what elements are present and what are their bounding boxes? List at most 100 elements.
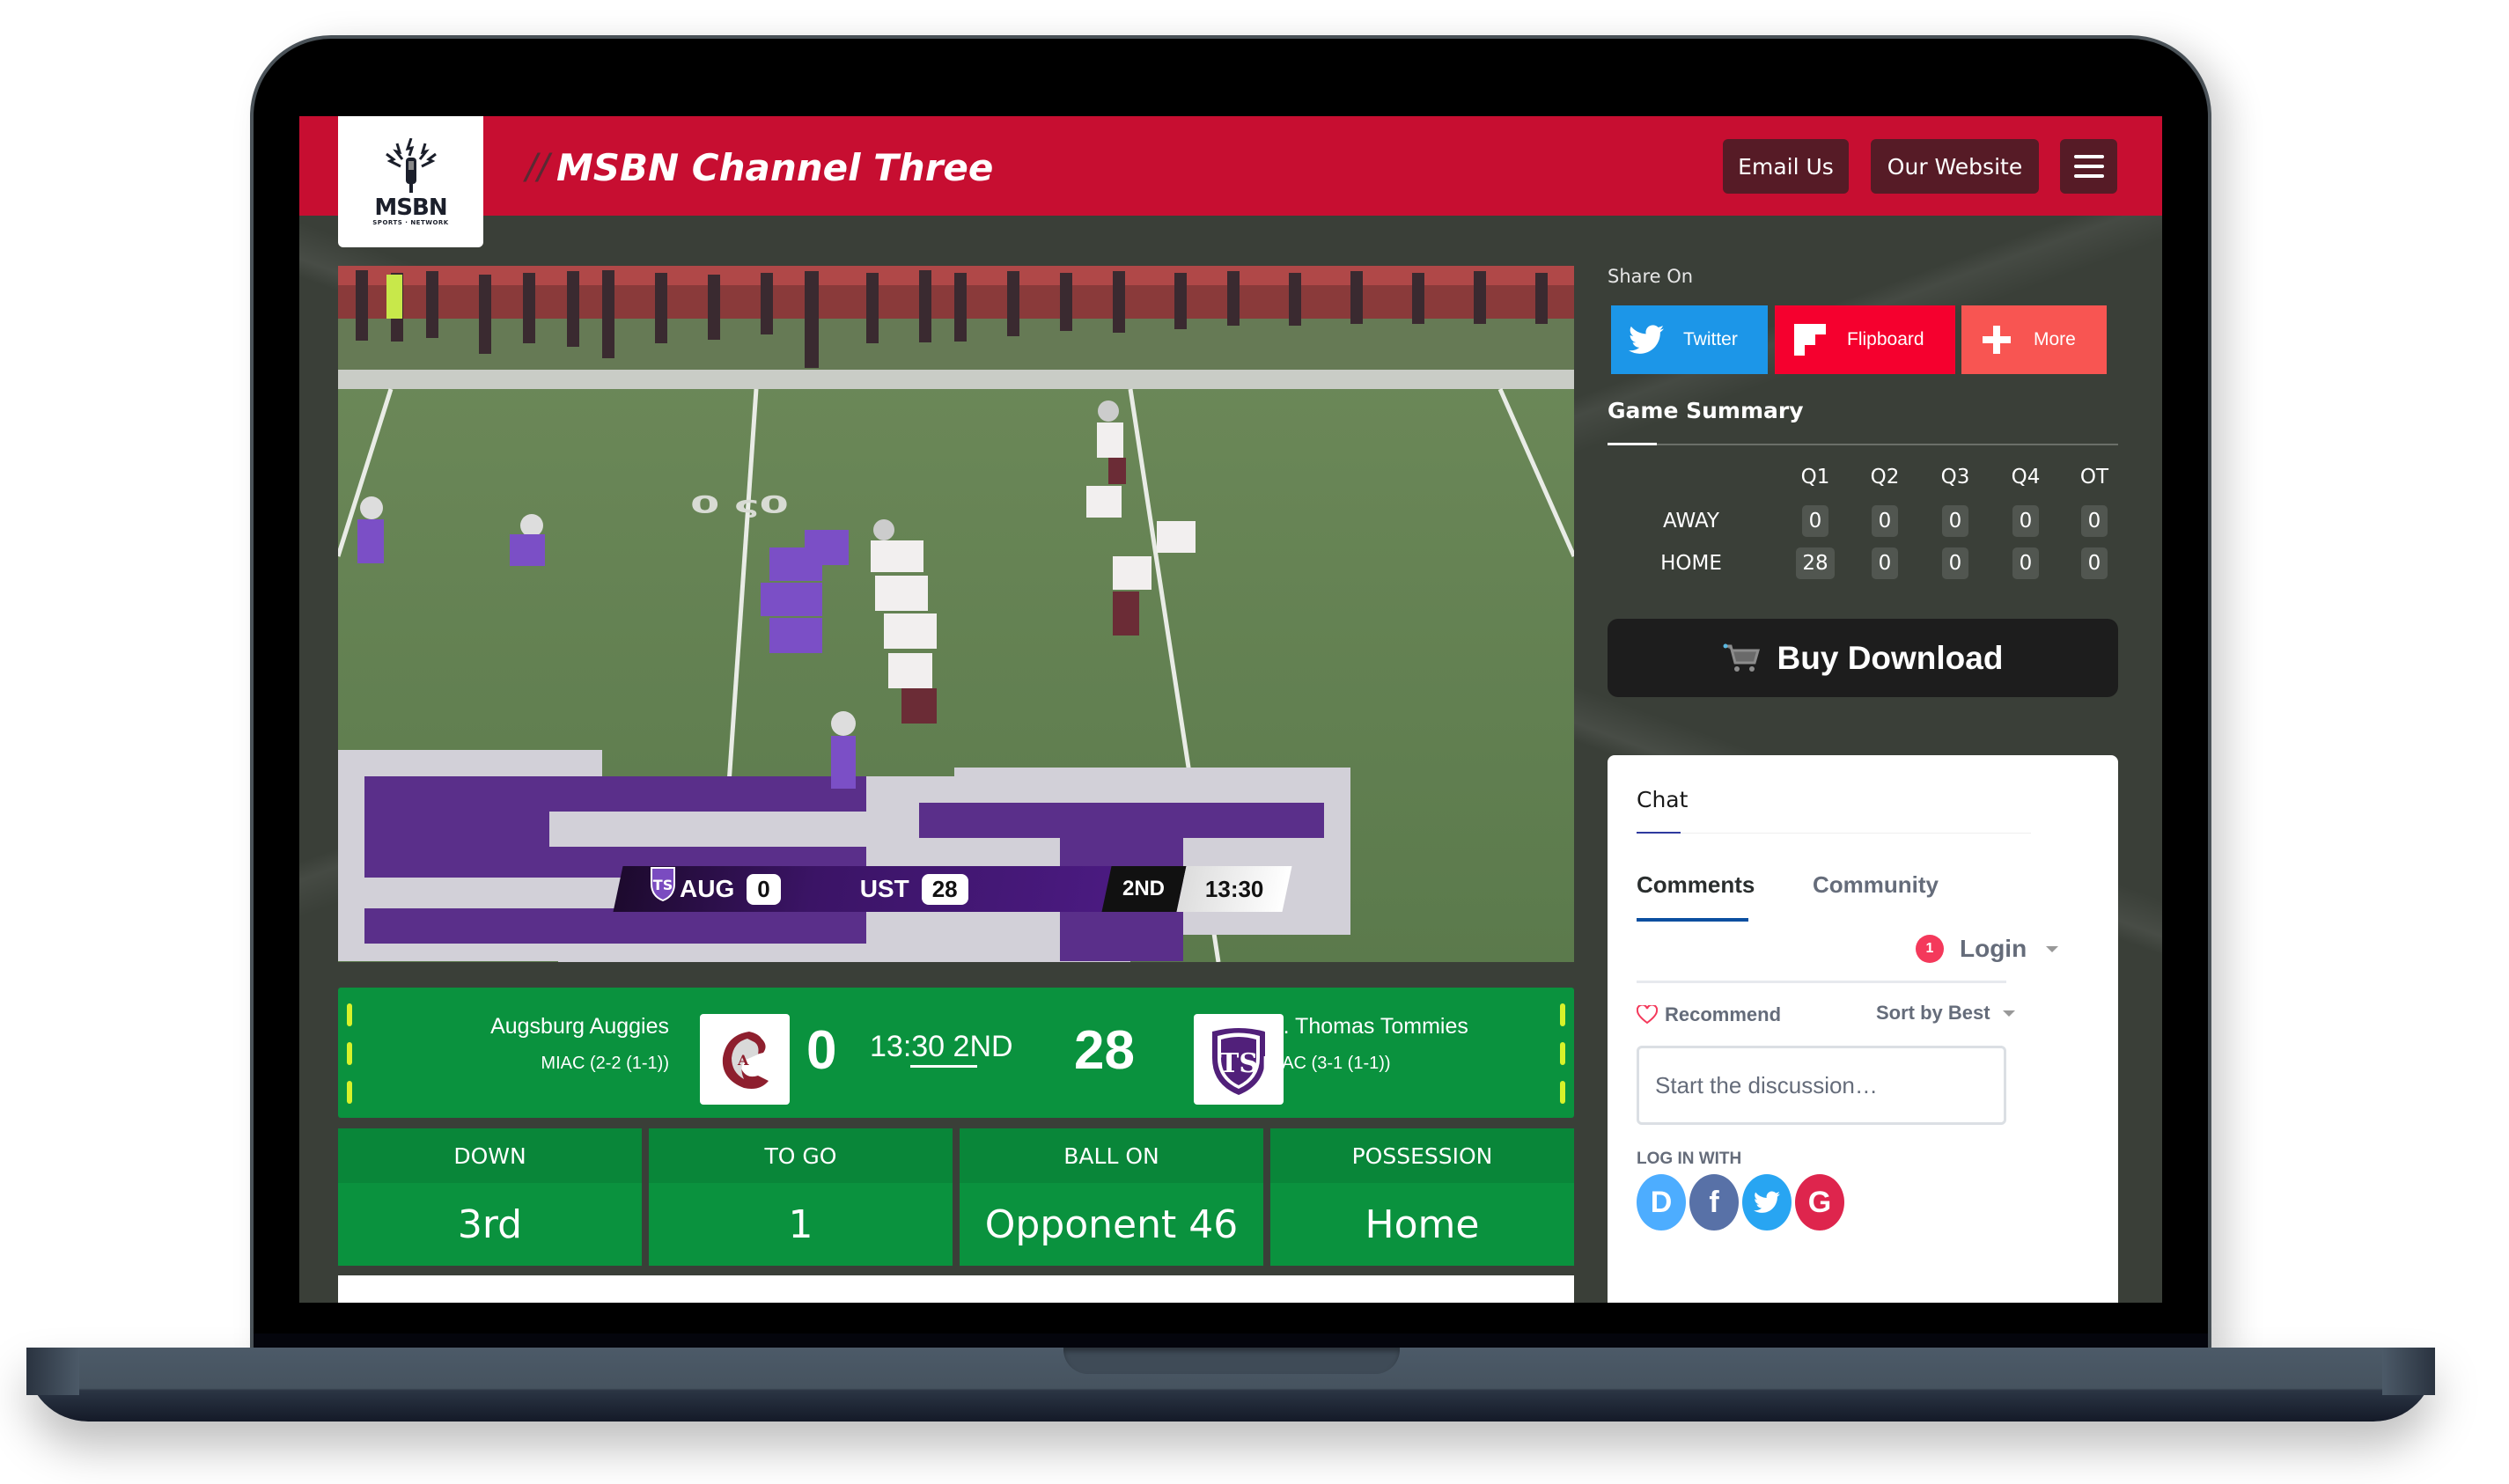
yard-marker [347, 1081, 352, 1104]
bug-period-text: 2ND [1122, 877, 1166, 900]
login-dropdown[interactable]: 1 Login [1916, 935, 2059, 963]
title-slashes: // [526, 147, 549, 187]
video-player[interactable]: 0 ς0 TS AUG 0 UST 28 2ND 13:30 [338, 266, 1574, 962]
row-label: HOME [1660, 552, 1722, 575]
stat-label: POSSESSION [1270, 1128, 1574, 1183]
discussion-input[interactable] [1637, 1046, 2006, 1125]
logo-subtext: SPORTS · NETWORK [372, 218, 449, 226]
clock-underline [910, 1065, 977, 1068]
stat-value: Home [1365, 1201, 1480, 1247]
column-header: Q2 [1870, 466, 1900, 489]
away-score: 0 [806, 1020, 837, 1081]
svg-text:0 ς0: 0 ς0 [690, 492, 789, 519]
disqus-icon: D [1650, 1185, 1673, 1219]
share-twitter-button[interactable]: Twitter [1611, 305, 1768, 374]
tab-community[interactable]: Community [1813, 871, 1939, 899]
stat-possession: POSSESSION Home [1270, 1128, 1574, 1266]
hamburger-menu-button[interactable] [2060, 139, 2117, 194]
st-thomas-shield-icon: TS [651, 867, 675, 901]
bug-home-abbr: UST [859, 875, 909, 902]
away-team-conference: MIAC (2-2 (1-1)) [541, 1054, 669, 1073]
login-with-label: LOG IN WITH [1637, 1150, 1742, 1168]
column-header: Q3 [1940, 466, 1970, 489]
chevron-down-icon [2002, 1010, 2015, 1017]
cart-icon [1723, 643, 1760, 672]
bug-home-score: 28 [921, 873, 968, 905]
bug-away-score: 0 [747, 873, 781, 905]
flipboard-icon [1792, 322, 1828, 357]
site-header: // MSBN Channel Three Email Us Our Websi… [299, 116, 2162, 216]
sort-dropdown[interactable]: Sort by Best [1876, 1002, 2015, 1025]
yard-marker [1560, 1042, 1565, 1065]
stat-to-go: TO GO 1 [649, 1128, 953, 1266]
title-text: MSBN Channel Three [556, 145, 994, 189]
stat-label: BALL ON [960, 1128, 1263, 1183]
stat-value: Opponent 46 [984, 1201, 1239, 1247]
scoreboard: Augsburg Auggies MIAC (2-2 (1-1)) A 0 13… [338, 988, 1574, 1118]
notification-badge[interactable]: 1 [1916, 935, 1944, 963]
facebook-login-button[interactable]: f [1689, 1174, 1739, 1231]
google-icon: G [1807, 1185, 1832, 1219]
game-summary-divider [1608, 444, 2118, 445]
home-team-info: St. Thomas Tommies MIAC (3-1 (1-1)) [1262, 1012, 1468, 1077]
quarter-score: 0 [2081, 547, 2108, 579]
tab-comments[interactable]: Comments [1637, 871, 1755, 899]
score-bug-main: TS AUG 0 UST 28 [613, 866, 1112, 912]
buy-download-button[interactable]: Buy Download [1608, 619, 2118, 697]
our-website-button[interactable]: Our Website [1871, 139, 2039, 194]
bug-clock: 13:30 [1176, 866, 1292, 912]
stat-ball-on: BALL ON Opponent 46 [960, 1128, 1263, 1266]
login-label: Login [1960, 935, 2027, 962]
chevron-down-icon [2046, 945, 2059, 952]
plus-icon [1979, 322, 2014, 357]
column-header: OT [2079, 466, 2109, 489]
chat-tab-indicator [1637, 832, 1681, 834]
share-flipboard-button[interactable]: Flipboard [1775, 305, 1955, 374]
column-header: Q1 [1800, 466, 1830, 489]
row-label: AWAY [1663, 510, 1719, 533]
stat-label: TO GO [649, 1128, 953, 1183]
heart-icon [1637, 1005, 1658, 1025]
stat-value: 3rd [457, 1201, 523, 1247]
microphone-lightning-icon [385, 137, 437, 193]
yard-marker [1560, 1081, 1565, 1104]
quarter-score: 0 [1802, 505, 1828, 537]
laptop-notch [1063, 1348, 1400, 1374]
twitter-icon [1754, 1191, 1780, 1213]
chat-title[interactable]: Chat [1637, 787, 1688, 812]
game-summary-row-away: AWAY 0 0 0 0 0 [1608, 505, 2118, 540]
recommend-button[interactable]: Recommend [1637, 1003, 1781, 1026]
stat-value: 1 [788, 1201, 813, 1247]
column-header: Q4 [2011, 466, 2041, 489]
yard-marker [347, 1003, 352, 1026]
svg-text:TS: TS [653, 877, 673, 893]
email-us-button[interactable]: Email Us [1723, 139, 1849, 194]
logo-wordmark: MSBN [374, 194, 447, 221]
quarter-score: 0 [1942, 547, 1968, 579]
football-field-video-frame: 0 ς0 [338, 266, 1574, 962]
stat-down: DOWN 3rd [338, 1128, 642, 1266]
facebook-icon: f [1709, 1185, 1719, 1219]
quarter-score: 28 [1796, 547, 1835, 579]
twitter-login-button[interactable] [1742, 1174, 1792, 1231]
yard-marker [1560, 1003, 1565, 1026]
chat-panel: Chat Comments Community 1 Login Recommen… [1608, 755, 2118, 1303]
share-flipboard-label: Flipboard [1847, 329, 1924, 349]
game-summary-header-row: Q1 Q2 Q3 Q4 OT [1608, 461, 2118, 496]
home-score: 28 [1074, 1020, 1135, 1081]
home-team-conference: MIAC (3-1 (1-1)) [1262, 1054, 1391, 1073]
disqus-login-button[interactable]: D [1637, 1174, 1686, 1231]
msbn-logo[interactable]: MSBN SPORTS · NETWORK [338, 116, 483, 247]
quarter-score: 0 [1942, 505, 1968, 537]
svg-text:A: A [737, 1052, 749, 1069]
yard-marker [347, 1042, 352, 1065]
google-login-button[interactable]: G [1795, 1174, 1844, 1231]
laptop-chin [254, 1333, 2208, 1348]
share-more-button[interactable]: More [1961, 305, 2107, 374]
share-twitter-label: Twitter [1683, 329, 1738, 349]
twitter-icon [1629, 322, 1664, 357]
game-summary-row-home: HOME 28 0 0 0 0 [1608, 547, 2118, 583]
chat-divider [1637, 833, 2031, 834]
quarter-score: 0 [2012, 547, 2039, 579]
share-on-label: Share On [1608, 266, 1694, 287]
